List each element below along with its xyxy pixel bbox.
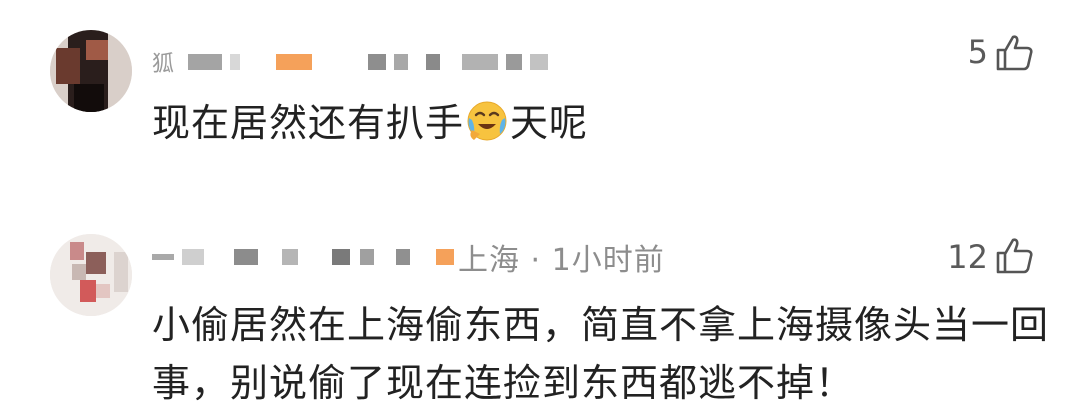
username-row: 上海 · 1小时前: [152, 237, 665, 278]
blurred-username: [332, 249, 350, 265]
comment-item-2: 上海 · 1小时前 12 小偷居然在上海偷东西，简直不拿上海摄像头当一回事，别说…: [0, 190, 1080, 415]
blurred-username: [188, 54, 223, 70]
thumb-up-icon[interactable]: [994, 236, 1034, 276]
blurred-meta: [506, 54, 523, 70]
username-row: 狐: [152, 42, 556, 82]
avatar[interactable]: [50, 30, 132, 112]
blurred-username: [152, 254, 174, 260]
thumb-up-icon[interactable]: [994, 33, 1034, 73]
blurred-meta: [426, 54, 441, 70]
blurred-username: [360, 249, 374, 265]
blurred-meta: [368, 54, 387, 70]
comment-text-body: 小偷居然在上海偷东西，简直不拿上海摄像头当一回事，别说偷了现在连捡到东西都逃不掉…: [152, 303, 1050, 405]
blurred-username: [282, 249, 298, 265]
location-time: 上海 · 1小时前: [458, 243, 665, 278]
blurred-username: [396, 249, 410, 265]
blurred-badge: [436, 249, 454, 265]
blurred-meta: [394, 54, 409, 70]
blurred-meta: [530, 54, 549, 70]
blurred-username: [230, 54, 241, 70]
username-prefix[interactable]: 狐: [152, 46, 174, 78]
comment-text: 小偷居然在上海偷东西，简直不拿上海摄像头当一回事，别说偷了现在连捡到东西都逃不掉…: [152, 296, 1052, 412]
comment-text: 现在居然还有扒手 天呢: [152, 94, 588, 152]
blurred-username: [182, 249, 204, 265]
comment-text-part: 天呢: [510, 101, 589, 145]
like-count: 5: [967, 33, 988, 71]
blurred-badge: [276, 54, 313, 70]
blurred-meta: [462, 54, 499, 70]
comment-item-1: 狐 5 现在居然还有扒手 天呢: [0, 0, 1080, 190]
blurred-username: [234, 249, 258, 265]
like-count: 12: [947, 238, 988, 276]
face-with-tears-emoji-icon: [467, 101, 507, 141]
avatar[interactable]: [50, 234, 132, 316]
comment-text-part: 现在居然还有扒手: [152, 101, 465, 145]
